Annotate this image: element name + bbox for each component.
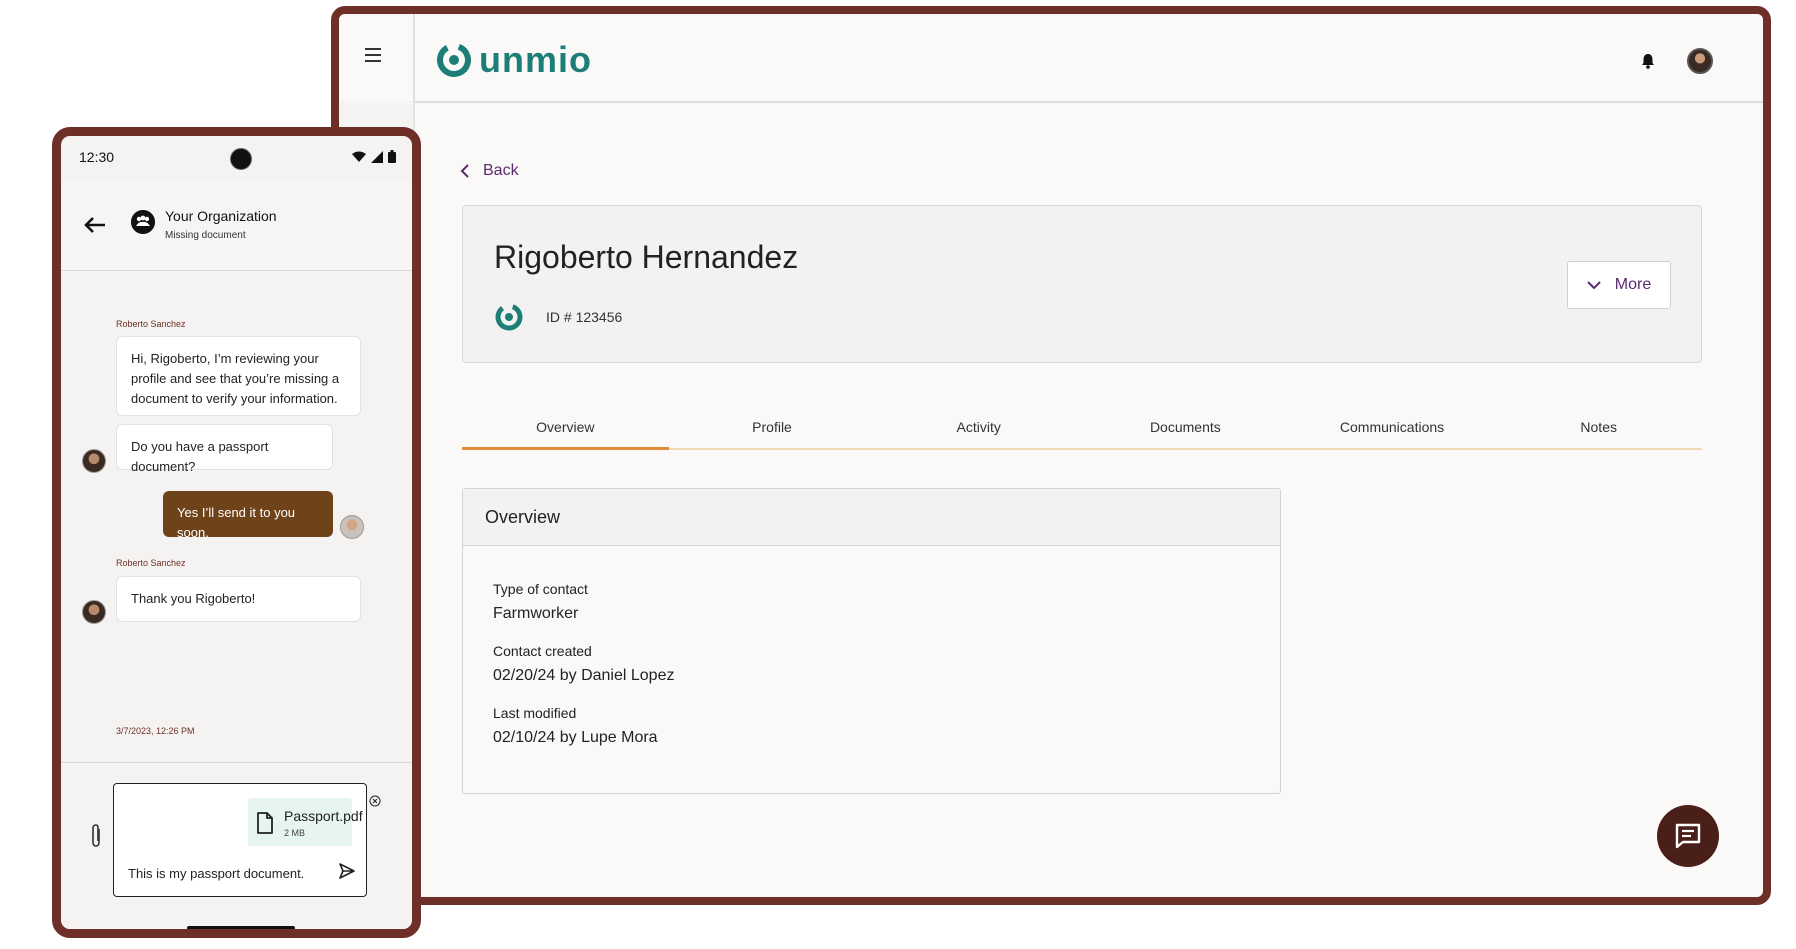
brand-name: unmio [479, 39, 592, 80]
overview-title: Overview [463, 489, 1280, 546]
phone-frame: 12:30 Your Organization Missing document… [52, 127, 421, 938]
tab-overview[interactable]: Overview [462, 412, 669, 450]
field-label-contact-created: Contact created [493, 643, 592, 659]
contact-header-card: Rigoberto Hernandez ID # 123456 More [462, 205, 1702, 363]
tab-activity[interactable]: Activity [875, 412, 1082, 448]
organization-icon [131, 210, 155, 234]
message-bubble-outgoing: Yes I’ll send it to you soon. [163, 491, 333, 540]
contact-id-row: ID # 123456 [494, 302, 622, 332]
tab-communications[interactable]: Communications [1289, 412, 1496, 448]
wifi-icon [352, 151, 366, 162]
overview-card: Overview Type of contact Farmworker Cont… [462, 488, 1281, 794]
chevron-left-icon [460, 164, 469, 178]
bell-icon[interactable] [1639, 52, 1657, 70]
contact-id: ID # 123456 [546, 309, 623, 325]
sender-avatar [82, 600, 106, 624]
message-sender: Roberto Sanchez [116, 558, 186, 568]
battery-icon [388, 150, 396, 163]
close-circle-icon[interactable] [369, 795, 381, 807]
paperclip-icon[interactable] [89, 823, 103, 849]
composer-input-text[interactable]: This is my passport document. [128, 866, 304, 881]
org-name: Your Organization [165, 208, 277, 224]
document-icon [257, 812, 273, 834]
tab-notes[interactable]: Notes [1495, 412, 1702, 448]
arrow-left-icon[interactable] [83, 216, 107, 234]
message-timestamp: 3/7/2023, 12:26 PM [116, 726, 195, 736]
field-value-last-modified: 02/10/24 by Lupe Mora [493, 729, 658, 746]
chat-icon [1675, 823, 1701, 849]
status-icons [352, 150, 396, 163]
home-indicator[interactable] [187, 926, 295, 929]
chat-fab-button[interactable] [1657, 805, 1719, 867]
attachment-size: 2 MB [284, 828, 306, 838]
attachment-chip[interactable]: Passport.pdf 2 MB [248, 798, 363, 846]
unmio-badge-icon [495, 303, 523, 331]
sender-avatar [82, 449, 106, 473]
message-bubble-incoming: Thank you Rigoberto! [116, 576, 361, 622]
back-label: Back [483, 162, 519, 179]
contact-name: Rigoberto Hernandez [494, 239, 799, 275]
back-link[interactable]: Back [459, 162, 519, 180]
brand-logo[interactable]: unmio [435, 39, 592, 80]
status-time: 12:30 [79, 149, 115, 165]
composer-area: Passport.pdf 2 MB This is my passport do… [61, 762, 412, 929]
message-bubble-incoming: Do you have a passport document? [116, 424, 333, 474]
camera-cutout [230, 148, 252, 170]
status-bar: 12:30 [61, 136, 412, 180]
field-value-contact-created: 02/20/24 by Daniel Lopez [493, 667, 675, 684]
self-avatar [340, 515, 364, 539]
chevron-down-icon [1587, 281, 1601, 290]
unmio-logo-icon [437, 43, 471, 77]
tab-profile[interactable]: Profile [669, 412, 876, 448]
attachment-name: Passport.pdf [284, 808, 363, 824]
user-avatar[interactable] [1687, 48, 1713, 74]
field-value-contact-type: Farmworker [493, 605, 579, 622]
top-bar-divider [413, 14, 415, 101]
contact-tabs: Overview Profile Activity Documents Comm… [462, 412, 1702, 450]
more-button[interactable]: More [1567, 261, 1671, 309]
send-icon[interactable] [338, 862, 356, 880]
field-label-last-modified: Last modified [493, 705, 577, 721]
desktop-window: unmio Back Rigoberto Hernandez ID # 1234… [331, 6, 1771, 905]
message-composer[interactable]: Passport.pdf 2 MB This is my passport do… [113, 783, 381, 897]
chat-header: Your Organization Missing document [61, 180, 412, 271]
message-sender: Roberto Sanchez [116, 319, 186, 329]
message-bubble-incoming: Hi, Rigoberto, I’m reviewing your profil… [116, 336, 361, 416]
more-label: More [1614, 276, 1652, 293]
field-label-contact-type: Type of contact [493, 581, 588, 597]
org-subtitle: Missing document [165, 230, 246, 241]
signal-icon [371, 150, 383, 163]
tab-documents[interactable]: Documents [1082, 412, 1289, 448]
menu-icon[interactable] [365, 48, 381, 62]
